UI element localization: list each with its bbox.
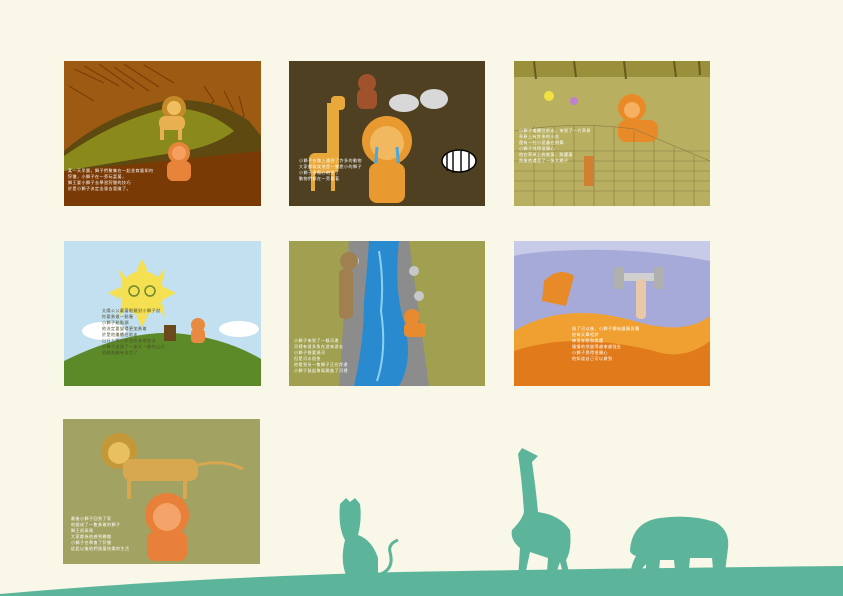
- crying-lion-animals-illustration: [289, 61, 485, 206]
- story-page-2[interactable]: 小獅子在路上遇到了許多的動物 大家都取笑他是一隻膽小的獅子 小獅子很傷心地哭了 …: [289, 61, 485, 206]
- story-caption: 小獅子繼續往前走，來到了一片草原 草原上有許多的小花 還有一些小昆蟲在飛舞 小獅…: [519, 128, 591, 163]
- story-page-3[interactable]: 小獅子繼續往前走，來到了一片草原 草原上有許多的小花 還有一些小昆蟲在飛舞 小獅…: [514, 61, 710, 206]
- story-page-5[interactable]: 小獅子來到了一條河邊 河裡有很多魚在游來游去 小獅子想要過河 但是河水很急 他看…: [289, 241, 485, 386]
- cat-silhouette-icon: [339, 498, 399, 577]
- story-caption: 過了河以後，小獅子開始鍛鍊身體 他每天舉啞鈴 練習奔跑和跳躍 慢慢地他變得越來越…: [572, 326, 640, 361]
- training-illustration: [514, 241, 710, 386]
- illustration-gallery: { "colors": { "background": "#f8f7e8", "…: [0, 0, 843, 596]
- story-page-6[interactable]: 過了河以後，小獅子開始鍛鍊身體 他每天舉啞鈴 練習奔跑和跳躍 慢慢地他變得越來越…: [514, 241, 710, 386]
- story-caption: 太陽公公戴著眼鏡對小獅子說 你要勇敢一點喔 小獅子點點頭 他決定要變得更加勇敢 …: [102, 308, 165, 355]
- story-caption: 小獅子來到了一條河邊 河裡有很多魚在游來游去 小獅子想要過河 但是河水很急 他看…: [294, 338, 348, 373]
- story-page-1[interactable]: 某一天早晨，獅子們聚集在一起並商量如何 狩獵，小獅子在一旁玩耍著， 獅王要小獅子…: [64, 61, 261, 206]
- story-page-4[interactable]: 太陽公公戴著眼鏡對小獅子說 你要勇敢一點喔 小獅子點點頭 他決定要變得更加勇敢 …: [64, 241, 261, 386]
- giraffe-silhouette-icon: [511, 448, 572, 585]
- story-caption: 小獅子在路上遇到了許多的動物 大家都取笑他是一隻膽小的獅子 小獅子很傷心地哭了 …: [299, 158, 362, 181]
- story-caption: 某一天早晨，獅子們聚集在一起並商量如何 狩獵，小獅子在一旁玩耍著， 獅王要小獅子…: [68, 168, 154, 191]
- animal-silhouettes: [0, 448, 843, 596]
